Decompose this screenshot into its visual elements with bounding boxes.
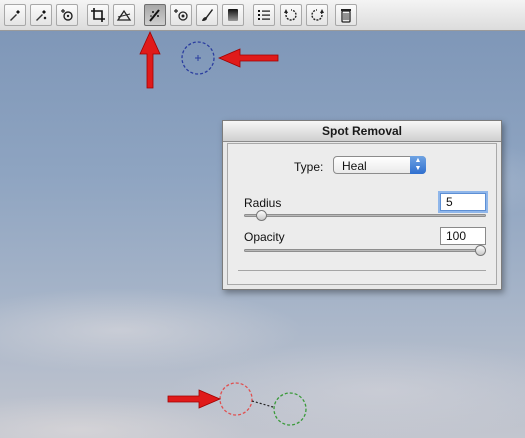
type-select-value: Heal (342, 159, 367, 173)
arrow-right-to-circle-icon (167, 389, 222, 409)
heal-link-line (251, 400, 274, 408)
radius-label: Radius (244, 196, 282, 210)
source-circle-icon (219, 382, 253, 416)
radius-slider-track[interactable] (244, 214, 486, 217)
opacity-slider-track[interactable] (244, 249, 486, 252)
spot-removal-panel: Spot Removal Type: Heal ▲ ▼ Radius 5 Opac… (222, 120, 502, 290)
type-select[interactable]: Heal ▲ ▼ (333, 156, 426, 174)
divider (238, 270, 486, 271)
target-circle-icon (273, 392, 307, 426)
radius-slider-thumb[interactable] (255, 210, 267, 221)
opacity-slider-thumb[interactable] (475, 245, 486, 256)
chevron-updown-icon: ▲ ▼ (410, 156, 426, 174)
arrow-up-to-spot-tool-icon (139, 31, 161, 89)
type-label: Type: (294, 160, 324, 174)
arrow-left-to-cursor-icon (217, 48, 279, 68)
panel-body: Type: Heal ▲ ▼ Radius 5 Opacity 100 (227, 143, 497, 285)
radius-field[interactable]: 5 (440, 193, 486, 211)
panel-title[interactable]: Spot Removal (223, 121, 501, 142)
opacity-label: Opacity (244, 230, 285, 244)
opacity-field[interactable]: 100 (440, 227, 486, 245)
cursor-circle-icon (181, 41, 215, 75)
